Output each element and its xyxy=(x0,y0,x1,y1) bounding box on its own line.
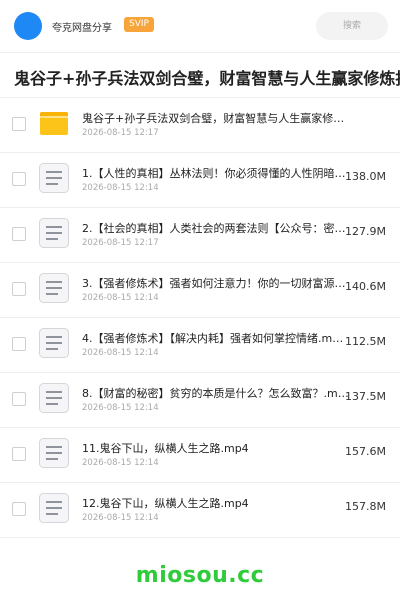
file-checkbox[interactable] xyxy=(12,447,26,461)
file-size: 112.5M xyxy=(345,335,386,348)
file-date: 2026-08-15 12:14 xyxy=(82,183,159,193)
file-size: 157.6M xyxy=(345,445,386,458)
file-size: 137.5M xyxy=(345,390,386,403)
file-checkbox[interactable] xyxy=(12,337,26,351)
file-size: 138.0M xyxy=(345,170,386,183)
file-size: 157.8M xyxy=(345,500,386,513)
file-date: 2026-08-15 12:14 xyxy=(82,458,159,468)
file-row[interactable]: 11.鬼谷下山，纵横人生之路.mp4 2026-08-15 12:14 157.6M xyxy=(0,428,400,483)
title-bar: 鬼谷子+孙子兵法双剑合璧，财富智慧与人生赢家修炼指南 xyxy=(0,53,400,98)
file-name: 11.鬼谷下山，纵横人生之路.mp4 xyxy=(82,442,249,455)
file-date: 2026-08-15 12:14 xyxy=(82,293,159,303)
file-checkbox[interactable] xyxy=(12,172,26,186)
file-name: 3.【强者修炼术】强者如何注意力！你的一切财富源自… xyxy=(82,277,350,290)
file-name: 12.鬼谷下山，纵横人生之路.mp4 xyxy=(82,497,249,510)
file-size: 140.6M xyxy=(345,280,386,293)
file-row[interactable]: 4.【强者修炼术】【解决内耗】强者如何掌控情绪.m… 2026-08-15 12:… xyxy=(0,318,400,373)
document-icon xyxy=(38,492,70,524)
file-checkbox[interactable] xyxy=(12,282,26,296)
document-icon xyxy=(38,327,70,359)
document-icon xyxy=(38,162,70,194)
avatar[interactable] xyxy=(14,12,42,40)
file-date: 2026-08-15 12:17 xyxy=(82,128,159,138)
document-icon xyxy=(38,382,70,414)
file-name: 4.【强者修炼术】【解决内耗】强者如何掌控情绪.m… xyxy=(82,332,344,345)
file-name: 2.【社会的真相】人类社会的两套法则【公众号：密知… xyxy=(82,222,350,235)
search-button[interactable]: 搜索 xyxy=(316,12,388,40)
file-row[interactable]: 8.【财富的秘密】贫穷的本质是什么？怎么致富？.m… 2026-08-15 12:… xyxy=(0,373,400,428)
file-checkbox[interactable] xyxy=(12,502,26,516)
file-row[interactable]: 12.鬼谷下山，纵横人生之路.mp4 2026-08-15 12:14 157.8M xyxy=(0,483,400,538)
file-checkbox[interactable] xyxy=(12,227,26,241)
file-checkbox[interactable] xyxy=(12,117,26,131)
file-name: 1.【人性的真相】丛林法则！你必须得懂的人性阴暗面… xyxy=(82,167,350,180)
file-row[interactable]: 1.【人性的真相】丛林法则！你必须得懂的人性阴暗面… 2026-08-15 12:… xyxy=(0,153,400,208)
file-date: 2026-08-15 12:14 xyxy=(82,348,159,358)
document-icon xyxy=(38,217,70,249)
page-title: 鬼谷子+孙子兵法双剑合璧，财富智慧与人生赢家修炼指南 xyxy=(14,69,400,88)
file-list: 鬼谷子+孙子兵法双剑合璧，财富智慧与人生赢家修炼指南 2026-08-15 12:… xyxy=(0,98,400,538)
folder-icon xyxy=(38,107,70,139)
svip-badge: SVIP xyxy=(124,17,154,32)
file-name: 8.【财富的秘密】贫穷的本质是什么？怎么致富？.m… xyxy=(82,387,349,400)
file-row[interactable]: 鬼谷子+孙子兵法双剑合璧，财富智慧与人生赢家修炼指南 2026-08-15 12:… xyxy=(0,98,400,153)
file-row[interactable]: 3.【强者修炼术】强者如何注意力！你的一切财富源自… 2026-08-15 12:… xyxy=(0,263,400,318)
document-icon xyxy=(38,272,70,304)
file-checkbox[interactable] xyxy=(12,392,26,406)
file-size: 127.9M xyxy=(345,225,386,238)
file-name: 鬼谷子+孙子兵法双剑合璧，财富智慧与人生赢家修炼指南 xyxy=(82,112,350,125)
header: 夸克网盘分享 SVIP 搜索 xyxy=(0,0,400,53)
file-date: 2026-08-15 12:14 xyxy=(82,513,159,523)
brand-watermark: miosou.cc xyxy=(135,563,265,588)
app-name: 夸克网盘分享 xyxy=(52,23,112,34)
document-icon xyxy=(38,437,70,469)
file-row[interactable]: 2.【社会的真相】人类社会的两套法则【公众号：密知… 2026-08-15 12:… xyxy=(0,208,400,263)
file-date: 2026-08-15 12:17 xyxy=(82,238,159,248)
file-date: 2026-08-15 12:14 xyxy=(82,403,159,413)
